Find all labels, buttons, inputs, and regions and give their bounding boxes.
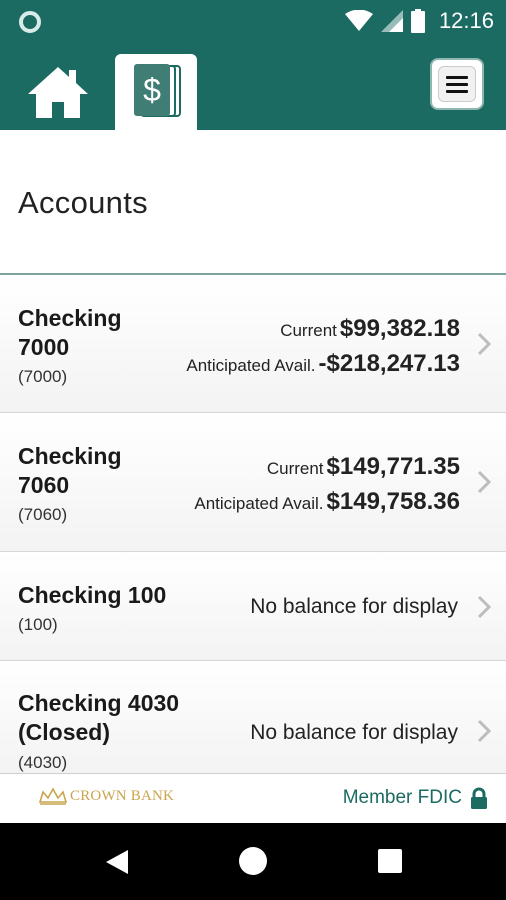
account-name-line1: Checking 100 (18, 582, 167, 608)
dollar-cards-icon: $ (134, 64, 181, 117)
footer: CROWN BANK Member FDIC (0, 773, 506, 824)
anticipated-balance: Anticipated Avail. $149,758.36 (194, 488, 460, 516)
fdic-text: Member FDIC (342, 787, 462, 808)
signal-icon (380, 10, 403, 32)
account-row[interactable]: Checking 100 (100) No balance for displa… (0, 552, 506, 661)
anticipated-amount: -$218,247.13 (318, 350, 460, 377)
clock: 12:16 (438, 8, 494, 33)
account-number: (4030) (18, 753, 68, 772)
chevron-right-icon (477, 332, 492, 356)
account-name-line2: 7060 (18, 472, 70, 498)
battery-icon (410, 9, 425, 33)
recents-icon[interactable] (378, 849, 402, 873)
lock-icon (471, 787, 487, 809)
anticipated-balance: Anticipated Avail. -$218,247.13 (186, 350, 460, 378)
no-balance-text: No balance for display (250, 721, 458, 744)
status-bar: 12:16 (0, 0, 506, 42)
account-name-line1: Checking (18, 305, 122, 331)
crown-icon (38, 787, 68, 805)
menu-button[interactable] (430, 58, 484, 110)
member-fdic: Member FDIC (343, 787, 488, 809)
wifi-icon (344, 10, 373, 31)
account-name: Checking 7060 (18, 442, 122, 500)
brand-name: CROWN BANK (70, 787, 175, 804)
account-number: (7060) (18, 505, 68, 524)
account-row[interactable]: Checking 7060 (7060) Current $149,771.35 … (0, 413, 506, 552)
account-number: (100) (18, 615, 58, 634)
current-amount: $99,382.18 (339, 315, 460, 342)
account-number: (7000) (18, 367, 68, 386)
chevron-right-icon (477, 470, 492, 494)
hamburger-icon (438, 66, 476, 102)
anticipated-label: Anticipated Avail. (186, 356, 316, 375)
account-name-line1: Checking (18, 443, 122, 469)
accounts-tab[interactable]: $ (115, 54, 197, 130)
account-name-line2: (Closed) (18, 719, 110, 745)
anticipated-label: Anticipated Avail. (194, 494, 324, 513)
current-balance: Current $99,382.18 (280, 315, 460, 343)
back-icon[interactable] (104, 848, 130, 876)
account-name: Checking 100 (18, 581, 166, 610)
home-button[interactable] (26, 64, 90, 120)
chevron-right-icon (477, 719, 492, 743)
home-icon (28, 67, 88, 118)
home-nav-icon[interactable] (239, 847, 267, 875)
chevron-right-icon (477, 595, 492, 619)
system-nav-bar (0, 823, 506, 900)
app-header: $ (0, 42, 506, 130)
account-name: Checking 7000 (18, 304, 122, 362)
current-label: Current (266, 459, 324, 478)
account-name-line2: 7000 (18, 334, 70, 360)
notification-dot-icon (19, 11, 41, 33)
svg-text:$: $ (143, 72, 161, 108)
current-balance: Current $149,771.35 (267, 453, 460, 481)
status-icons: 12:16 (344, 8, 494, 34)
anticipated-amount: $149,758.36 (326, 488, 460, 515)
no-balance-text: No balance for display (250, 595, 458, 618)
current-amount: $149,771.35 (326, 453, 460, 480)
account-name-line1: Checking 4030 (18, 690, 180, 716)
current-label: Current (280, 321, 337, 340)
crown-bank-logo: CROWN BANK (38, 786, 174, 806)
account-name: Checking 4030 (Closed) (18, 689, 179, 747)
account-row[interactable]: Checking 7000 (7000) Current $99,382.18 A… (0, 275, 506, 413)
page-title: Accounts (18, 185, 148, 220)
account-row[interactable]: Checking 4030 (Closed) (4030) No balance… (0, 661, 506, 773)
